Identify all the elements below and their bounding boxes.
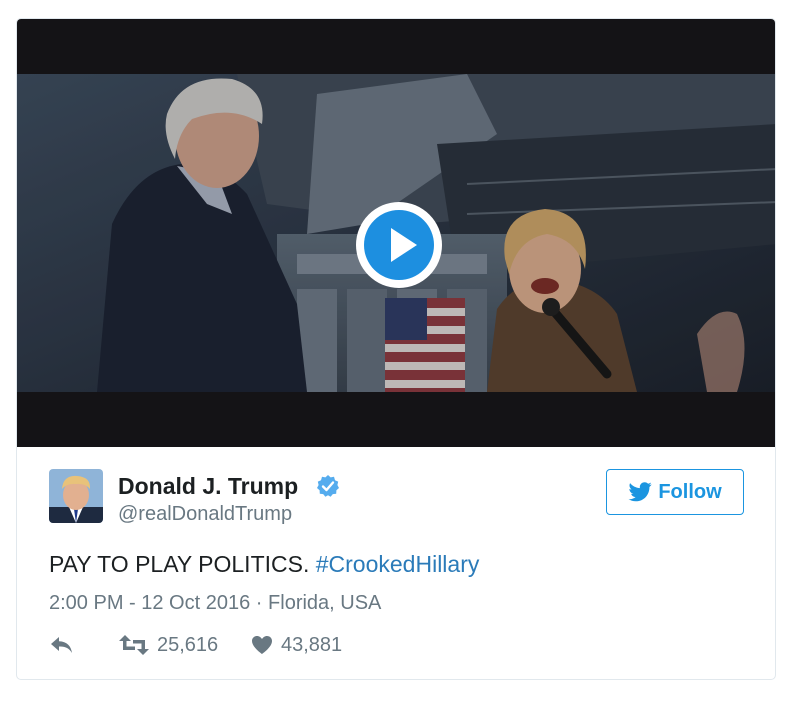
follow-button[interactable]: Follow [606,469,744,515]
verified-badge-icon [316,474,340,498]
retweet-count: 25,616 [157,633,219,656]
tweet-text: PAY TO PLAY POLITICS. #CrookedHillary [49,551,479,578]
tweet-body: Donald J. Trump @realDonaldTrump Follow … [17,447,775,679]
author-name[interactable]: Donald J. Trump [118,473,298,500]
twitter-bird-icon [628,482,652,502]
tweet-location: Florida, USA [268,592,382,614]
hashtag-link[interactable]: #CrookedHillary [316,551,480,577]
reply-icon [51,637,72,653]
play-button[interactable] [353,199,445,291]
like-count: 43,881 [281,633,343,656]
heart-icon [252,636,272,654]
tweet-timestamp[interactable]: 2:00 PM - 12 Oct 2016 [49,592,250,614]
follow-label: Follow [658,480,722,503]
like-button[interactable]: 43,881 [251,631,342,659]
tweet-text-body: PAY TO PLAY POLITICS. [49,551,310,577]
meta-separator: · [255,592,263,614]
play-icon [356,202,442,288]
video-player[interactable] [17,19,775,447]
tweet-card: Donald J. Trump @realDonaldTrump Follow … [16,18,776,680]
retweet-icon [119,635,149,655]
author-handle[interactable]: @realDonaldTrump [118,503,292,526]
tweet-meta: 2:00 PM - 12 Oct 2016 · Florida, USA [49,592,381,615]
retweet-button[interactable]: 25,616 [119,631,218,659]
reply-button[interactable] [49,631,75,659]
avatar[interactable] [49,469,103,523]
